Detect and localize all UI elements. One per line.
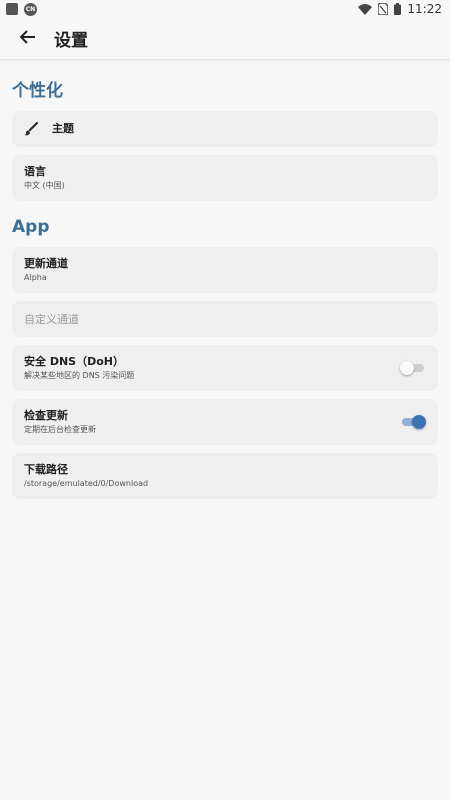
- update-channel-text: 更新通道 Alpha: [24, 257, 68, 283]
- app-badge-icon: CN: [24, 2, 37, 16]
- check-updates-description: 定期在后台检查更新: [24, 425, 96, 434]
- download-path-setting[interactable]: 下载路径 /storage/emulated/0/Download: [12, 453, 438, 499]
- download-path-label: 下载路径: [24, 463, 68, 476]
- check-updates-text: 检查更新 定期在后台检查更新: [24, 409, 96, 435]
- status-time: 11:22: [407, 2, 442, 16]
- battery-icon: [394, 0, 402, 19]
- custom-channel-input[interactable]: 自定义通道: [12, 301, 438, 337]
- language-value: 中文 (中国): [24, 181, 65, 190]
- section-title-app: App: [12, 217, 50, 237]
- status-left: CN: [6, 2, 37, 16]
- back-button[interactable]: [16, 27, 40, 51]
- notification-square-icon: [6, 3, 18, 15]
- theme-setting[interactable]: 主题: [12, 111, 438, 147]
- brush-icon: [24, 122, 38, 136]
- settings-content: 个性化 主题 语言 中文 (中国) App 更新通道 Alpha 自定义通道 安…: [0, 76, 450, 499]
- custom-channel-placeholder: 自定义通道: [24, 313, 79, 326]
- arrow-left-icon: [19, 29, 36, 48]
- update-channel-label: 更新通道: [24, 257, 68, 270]
- download-path-value: /storage/emulated/0/Download: [24, 479, 149, 488]
- update-channel-setting[interactable]: 更新通道 Alpha: [12, 247, 438, 293]
- page-title: 设置: [54, 31, 88, 51]
- no-sim-icon: [377, 0, 390, 19]
- check-updates-toggle[interactable]: [400, 415, 426, 429]
- app-bar: 设置: [0, 18, 450, 60]
- secure-dns-text: 安全 DNS（DoH） 解决某些地区的 DNS 污染问题: [24, 355, 134, 381]
- check-updates-setting[interactable]: 检查更新 定期在后台检查更新: [12, 399, 438, 445]
- status-bar: CN 11:22: [0, 0, 450, 18]
- wifi-icon: [358, 0, 373, 19]
- theme-label: 主题: [52, 122, 74, 135]
- secure-dns-setting[interactable]: 安全 DNS（DoH） 解决某些地区的 DNS 污染问题: [12, 345, 438, 391]
- section-title-personalization: 个性化: [12, 81, 63, 101]
- download-path-text: 下载路径 /storage/emulated/0/Download: [24, 463, 148, 489]
- language-text: 语言 中文 (中国): [24, 165, 65, 191]
- secure-dns-description: 解决某些地区的 DNS 污染问题: [24, 371, 135, 380]
- toggle-thumb: [400, 361, 414, 375]
- secure-dns-toggle[interactable]: [400, 361, 426, 375]
- update-channel-value: Alpha: [24, 273, 47, 282]
- theme-row: 主题: [24, 122, 74, 136]
- toggle-thumb: [412, 415, 426, 429]
- status-right: 11:22: [358, 0, 442, 19]
- language-label: 语言: [24, 165, 46, 178]
- secure-dns-label: 安全 DNS（DoH）: [24, 355, 124, 368]
- check-updates-label: 检查更新: [24, 409, 68, 422]
- language-setting[interactable]: 语言 中文 (中国): [12, 155, 438, 201]
